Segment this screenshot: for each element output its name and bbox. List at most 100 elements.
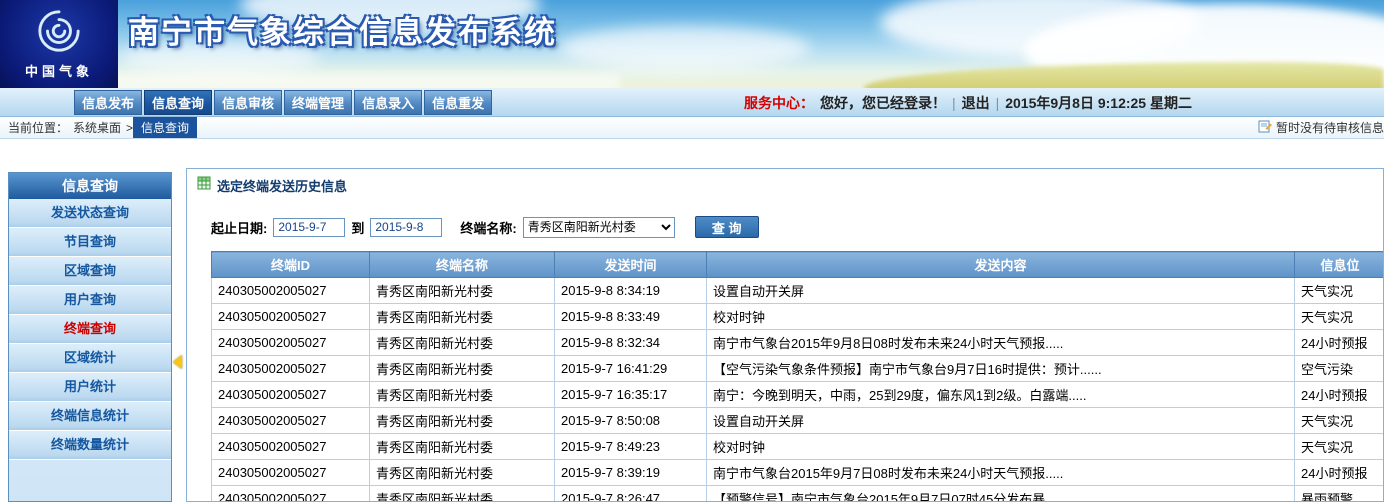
table-cell: 天气实况 bbox=[1295, 434, 1384, 460]
table-cell: 南宁市气象台2015年9月8日08时发布未来24小时天气预报..... bbox=[707, 330, 1295, 356]
nav-tab[interactable]: 信息重发 bbox=[424, 90, 492, 115]
table-row: 240305002005027青秀区南阳新光村委2015-9-7 8:39:19… bbox=[212, 460, 1384, 486]
logo: 中国气象 bbox=[0, 0, 118, 88]
breadcrumb-current: 信息查询 bbox=[133, 117, 197, 138]
table-cell: 青秀区南阳新光村委 bbox=[370, 330, 555, 356]
table-cell: 南宁：今晚到明天，中雨，25到29度，偏东风1到2级。白露端..... bbox=[707, 382, 1295, 408]
sidebar-item[interactable]: 用户查询 bbox=[9, 286, 171, 315]
table-row: 240305002005027青秀区南阳新光村委2015-9-7 16:41:2… bbox=[212, 356, 1384, 382]
audit-notice[interactable]: 暂时没有待审核信息 bbox=[1258, 117, 1384, 138]
login-status-text: 您好，您已经登录！ bbox=[820, 93, 946, 113]
nav-user-info: 服务中心： 您好，您已经登录！ | 退出 | 2015年9月8日 9:12:25… bbox=[744, 88, 1192, 117]
table-header-cell: 终端ID bbox=[212, 252, 370, 278]
table-cell: 2015-9-7 16:35:17 bbox=[555, 382, 707, 408]
table-cell: 2015-9-8 8:34:19 bbox=[555, 278, 707, 304]
query-form: 起止日期: 到 终端名称: 青秀区南阳新光村委 查 询 bbox=[211, 215, 759, 239]
table-cell: 青秀区南阳新光村委 bbox=[370, 486, 555, 502]
table-cell: 南宁市气象台2015年9月7日08时发布未来24小时天气预报..... bbox=[707, 460, 1295, 486]
field-decor bbox=[864, 62, 1384, 88]
table-cell: 2015-9-8 8:33:49 bbox=[555, 304, 707, 330]
logout-link[interactable]: 退出 bbox=[962, 93, 990, 113]
table-cell: 240305002005027 bbox=[212, 330, 370, 356]
sidebar-item[interactable]: 用户统计 bbox=[9, 373, 171, 402]
cma-spiral-logo-icon bbox=[36, 8, 82, 59]
table-cell: 2015-9-8 8:32:34 bbox=[555, 330, 707, 356]
table-cell: 青秀区南阳新光村委 bbox=[370, 460, 555, 486]
table-cell: 240305002005027 bbox=[212, 408, 370, 434]
table-row: 240305002005027青秀区南阳新光村委2015-9-7 8:49:23… bbox=[212, 434, 1384, 460]
table-cell: 【空气污染气象条件预报】南宁市气象台9月7日16时提供：预计...... bbox=[707, 356, 1295, 382]
section-title: 选定终端发送历史信息 bbox=[217, 176, 347, 195]
table-cell: 2015-9-7 8:50:08 bbox=[555, 408, 707, 434]
table-cell: 青秀区南阳新光村委 bbox=[370, 278, 555, 304]
table-cell: 青秀区南阳新光村委 bbox=[370, 382, 555, 408]
search-button[interactable]: 查 询 bbox=[695, 216, 759, 238]
table-cell: 2015-9-7 16:41:29 bbox=[555, 356, 707, 382]
section-header: 选定终端发送历史信息 bbox=[187, 169, 1383, 195]
audit-notice-text: 暂时没有待审核信息 bbox=[1276, 119, 1384, 136]
table-grid-icon bbox=[197, 176, 211, 195]
sidebar-item[interactable]: 终端信息统计 bbox=[9, 402, 171, 431]
date-range-label: 起止日期: bbox=[211, 218, 267, 237]
table-cell: 设置自动开关屏 bbox=[707, 408, 1295, 434]
service-center-label: 服务中心： bbox=[744, 93, 814, 113]
to-label: 到 bbox=[351, 218, 364, 237]
table-cell: 240305002005027 bbox=[212, 382, 370, 408]
nav-tab[interactable]: 信息查询 bbox=[144, 90, 212, 115]
table-cell: 240305002005027 bbox=[212, 304, 370, 330]
table-cell: 校对时钟 bbox=[707, 304, 1295, 330]
nav-tab[interactable]: 信息审核 bbox=[214, 90, 282, 115]
table-cell: 空气污染 bbox=[1295, 356, 1384, 382]
table-cell: 青秀区南阳新光村委 bbox=[370, 356, 555, 382]
sidebar-item[interactable]: 区域查询 bbox=[9, 257, 171, 286]
table-row: 240305002005027青秀区南阳新光村委2015-9-8 8:32:34… bbox=[212, 330, 1384, 356]
breadcrumb-desktop-link[interactable]: 系统桌面 bbox=[73, 119, 121, 136]
sidebar-item[interactable]: 区域统计 bbox=[9, 344, 171, 373]
table-cell: 2015-9-7 8:49:23 bbox=[555, 434, 707, 460]
terminal-select[interactable]: 青秀区南阳新光村委 bbox=[523, 217, 675, 238]
table-cell: 暴雨预警 bbox=[1295, 486, 1384, 502]
date-from-input[interactable] bbox=[273, 218, 345, 237]
sidebar-item[interactable]: 终端查询 bbox=[9, 315, 171, 344]
nav-tab[interactable]: 信息发布 bbox=[74, 90, 142, 115]
history-table: 终端ID终端名称发送时间发送内容信息位 240305002005027青秀区南阳… bbox=[211, 251, 1384, 502]
table-body: 240305002005027青秀区南阳新光村委2015-9-8 8:34:19… bbox=[212, 278, 1384, 502]
breadcrumb-path: 当前位置： 系统桌面 > bbox=[0, 117, 133, 138]
sidebar-item[interactable]: 发送状态查询 bbox=[9, 199, 171, 228]
page-title: 南宁市气象综合信息发布系统 bbox=[128, 7, 557, 52]
table-cell: 天气实况 bbox=[1295, 408, 1384, 434]
table-cell: 240305002005027 bbox=[212, 486, 370, 502]
separator: | bbox=[952, 95, 956, 111]
sidebar-item[interactable]: 终端数量统计 bbox=[9, 431, 171, 460]
table-cell: 青秀区南阳新光村委 bbox=[370, 408, 555, 434]
sidebar: 信息查询 发送状态查询节目查询区域查询用户查询终端查询区域统计用户统计终端信息统… bbox=[8, 172, 172, 502]
table-cell: 24小时预报 bbox=[1295, 330, 1384, 356]
table-cell: 24小时预报 bbox=[1295, 460, 1384, 486]
nav-tab[interactable]: 信息录入 bbox=[354, 90, 422, 115]
sidebar-item[interactable]: 节目查询 bbox=[9, 228, 171, 257]
table-header-cell: 发送时间 bbox=[555, 252, 707, 278]
table-cell: 天气实况 bbox=[1295, 278, 1384, 304]
app-window: 中国气象 南宁市气象综合信息发布系统 信息发布信息查询信息审核终端管理信息录入信… bbox=[0, 0, 1384, 502]
table-cell: 240305002005027 bbox=[212, 278, 370, 304]
table-cell: 2015-9-7 8:39:19 bbox=[555, 460, 707, 486]
breadcrumb-label: 当前位置： bbox=[8, 119, 68, 136]
app-header: 中国气象 南宁市气象综合信息发布系统 bbox=[0, 0, 1384, 88]
table-cell: 240305002005027 bbox=[212, 356, 370, 382]
logo-text: 中国气象 bbox=[25, 61, 93, 80]
table-cell: 青秀区南阳新光村委 bbox=[370, 304, 555, 330]
sidebar-collapse-arrow-icon[interactable] bbox=[173, 355, 182, 369]
nav-tabs: 信息发布信息查询信息审核终端管理信息录入信息重发 bbox=[74, 90, 492, 115]
nav-tab[interactable]: 终端管理 bbox=[284, 90, 352, 115]
date-to-input[interactable] bbox=[370, 218, 442, 237]
table-header-row: 终端ID终端名称发送时间发送内容信息位 bbox=[212, 252, 1384, 278]
table-cell: 2015-9-7 8:26:47 bbox=[555, 486, 707, 502]
breadcrumb: 当前位置： 系统桌面 > 信息查询 暂时没有待审核信息 bbox=[0, 117, 1384, 139]
table-cell: 设置自动开关屏 bbox=[707, 278, 1295, 304]
table-header-cell: 终端名称 bbox=[370, 252, 555, 278]
table-cell: 天气实况 bbox=[1295, 304, 1384, 330]
sidebar-menu: 发送状态查询节目查询区域查询用户查询终端查询区域统计用户统计终端信息统计终端数量… bbox=[9, 199, 171, 460]
table-cell: 240305002005027 bbox=[212, 434, 370, 460]
main-panel: 选定终端发送历史信息 起止日期: 到 终端名称: 青秀区南阳新光村委 查 询 终… bbox=[186, 168, 1384, 502]
separator: | bbox=[996, 95, 1000, 111]
